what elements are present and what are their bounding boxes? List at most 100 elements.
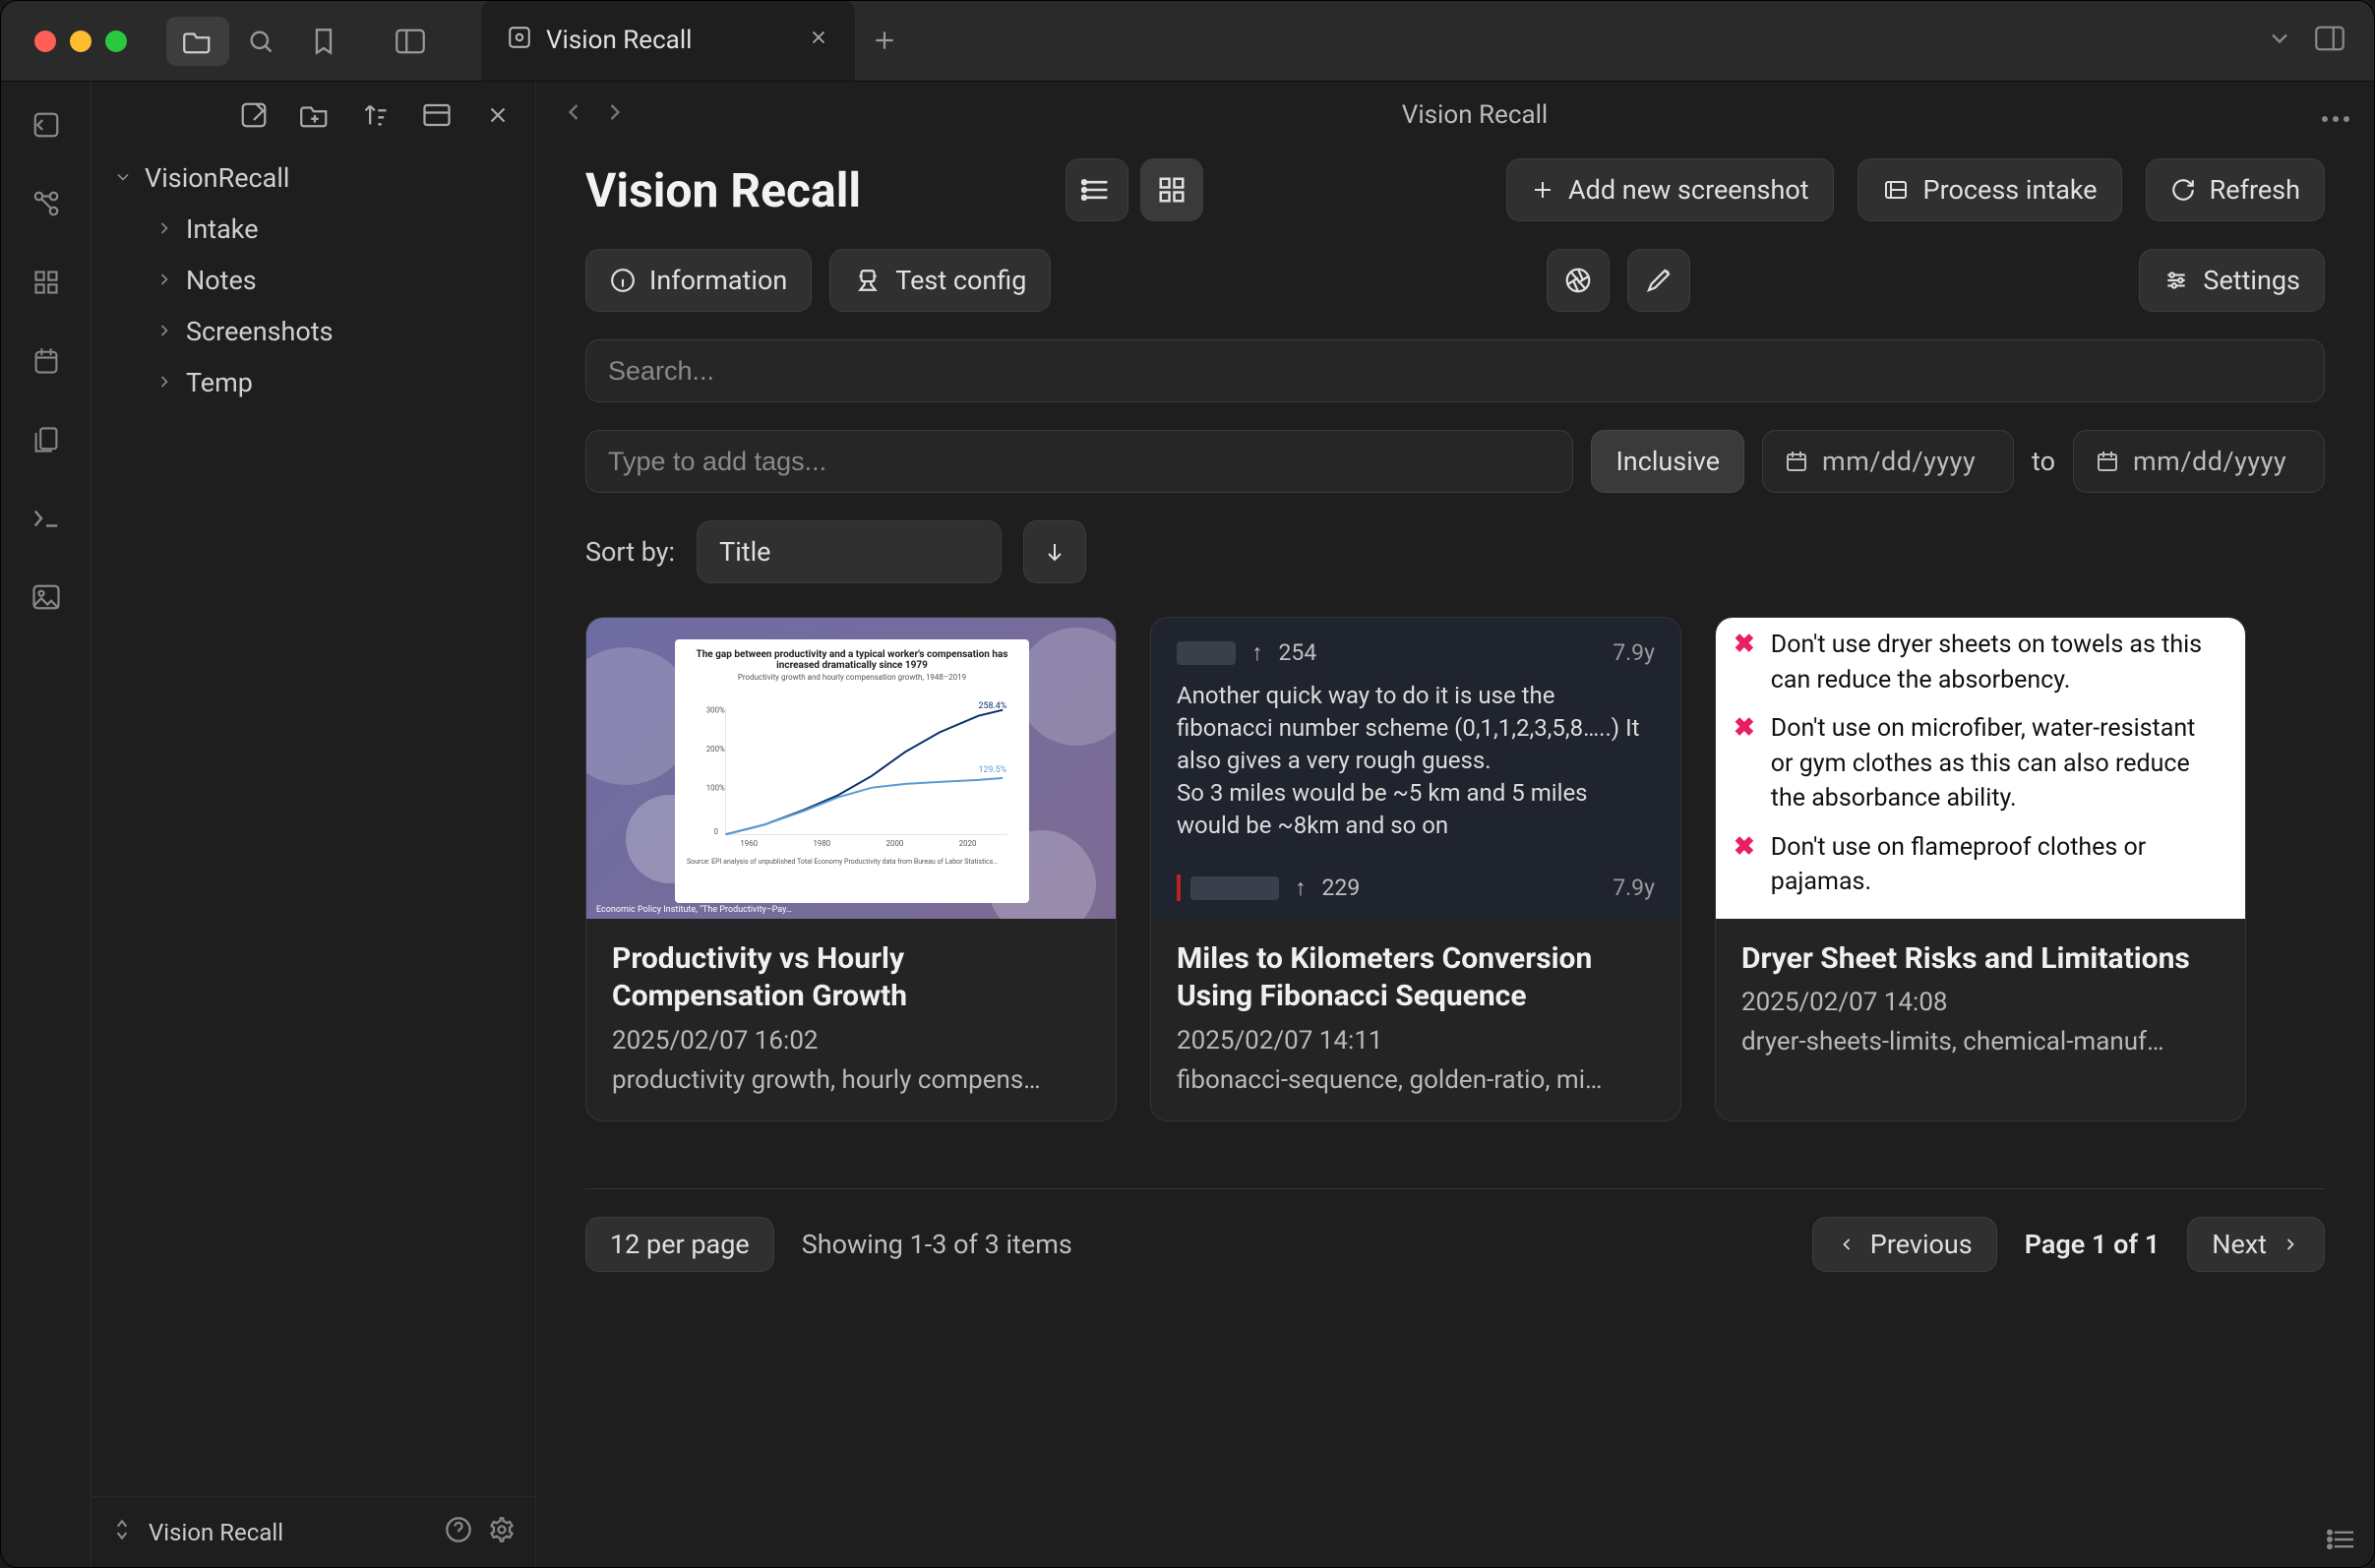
footer-title: Vision Recall <box>149 1519 283 1546</box>
process-intake-button[interactable]: Process intake <box>1857 158 2122 221</box>
nav-forward-icon[interactable] <box>601 98 629 132</box>
search-input[interactable] <box>608 356 2302 387</box>
sort-icon[interactable] <box>354 93 397 137</box>
card-dryer-sheets[interactable]: ✖Don't use dryer sheets on towels as thi… <box>1715 617 2246 1121</box>
svg-text:2020: 2020 <box>959 839 977 848</box>
age-value: 7.9y <box>1613 874 1655 901</box>
next-page-button[interactable]: Next <box>2187 1217 2325 1272</box>
per-page-select[interactable]: 12 per page <box>585 1217 774 1272</box>
minimize-window[interactable] <box>70 30 91 52</box>
tree-item-intake[interactable]: Intake <box>99 204 527 255</box>
tree-root-label: VisionRecall <box>145 162 289 194</box>
tree-item-temp[interactable]: Temp <box>99 357 527 408</box>
new-folder-icon[interactable] <box>293 93 336 137</box>
add-screenshot-button[interactable]: Add new screenshot <box>1506 158 1834 221</box>
sort-select[interactable]: Title <box>697 520 1002 583</box>
sort-arrows-icon[interactable] <box>111 1517 133 1548</box>
settings-label: Settings <box>2203 265 2300 296</box>
card-thumb: ↑ 254 7.9y Another quick way to do it is… <box>1151 618 1680 919</box>
rail-collapse-icon[interactable] <box>21 99 72 151</box>
sidebar: VisionRecall Intake Notes Screenshots Te… <box>91 82 536 1567</box>
tree-item-label: Notes <box>186 265 257 296</box>
view-grid-button[interactable] <box>1140 158 1203 221</box>
chevron-right-icon <box>154 367 176 398</box>
tree-item-screenshots[interactable]: Screenshots <box>99 306 527 357</box>
chevron-right-icon <box>154 213 176 245</box>
nav-back-icon[interactable] <box>560 98 587 132</box>
showing-label: Showing 1-3 of 3 items <box>802 1229 1072 1260</box>
collapse-all-icon[interactable] <box>476 93 519 137</box>
svg-text:2000: 2000 <box>886 839 904 848</box>
rail-terminal-icon[interactable] <box>21 493 72 544</box>
help-icon[interactable] <box>445 1516 472 1549</box>
up-arrow-icon: ↑ <box>1251 639 1263 666</box>
chevron-down-icon <box>113 162 135 194</box>
search-input-wrapper[interactable] <box>585 339 2325 402</box>
card-title: Miles to Kilometers Conversion Using Fib… <box>1177 940 1655 1016</box>
folder-icon[interactable] <box>166 17 229 66</box>
date-to-placeholder: mm/dd/yyyy <box>2133 446 2286 477</box>
date-from-input[interactable]: mm/dd/yyyy <box>1762 430 2014 493</box>
date-to-input[interactable]: mm/dd/yyyy <box>2073 430 2325 493</box>
search-icon[interactable] <box>229 17 292 66</box>
more-icon[interactable] <box>2321 101 2350 129</box>
pagination: 12 per page Showing 1-3 of 3 items Previ… <box>585 1188 2325 1272</box>
rail-grid-icon[interactable] <box>21 257 72 308</box>
card-tags: productivity growth, hourly compens… <box>612 1065 1090 1095</box>
test-config-button[interactable]: Test config <box>829 249 1051 312</box>
chevron-down-icon[interactable] <box>2266 25 2293 58</box>
tag-mode-toggle[interactable]: Inclusive <box>1591 430 1744 493</box>
prev-label: Previous <box>1870 1229 1973 1260</box>
panel-right-icon[interactable] <box>2315 26 2345 57</box>
view-list-button[interactable] <box>1066 158 1128 221</box>
rail-image-icon[interactable] <box>21 572 72 623</box>
chart-subtitle: Productivity growth and hourly compensat… <box>687 673 1017 682</box>
tab-active[interactable]: Vision Recall <box>481 0 855 81</box>
tab-title: Vision Recall <box>546 26 692 55</box>
process-intake-label: Process intake <box>1923 174 2098 206</box>
edit-tools-icon[interactable] <box>1627 249 1690 312</box>
svg-text:100%: 100% <box>706 784 725 793</box>
date-from-placeholder: mm/dd/yyyy <box>1822 446 1976 477</box>
titlebar: Vision Recall <box>1 1 2374 82</box>
expand-icon[interactable] <box>415 93 458 137</box>
card-fibonacci[interactable]: ↑ 254 7.9y Another quick way to do it is… <box>1150 617 1681 1121</box>
note-text: Don't use on microfiber, water-resistant… <box>1771 711 2218 816</box>
tab-puzzle-icon <box>507 25 532 57</box>
tab-close-icon[interactable] <box>808 26 829 55</box>
add-screenshot-label: Add new screenshot <box>1568 174 1809 206</box>
new-tab-button[interactable] <box>855 0 914 81</box>
prev-page-button[interactable]: Previous <box>1812 1217 1997 1272</box>
activity-rail <box>1 82 91 1567</box>
settings-gear-icon[interactable] <box>488 1516 516 1549</box>
rail-copy-icon[interactable] <box>21 414 72 465</box>
list-toggle-icon[interactable] <box>2327 1528 2356 1557</box>
breadcrumb-title: Vision Recall <box>646 100 2303 130</box>
sort-direction-button[interactable] <box>1023 520 1086 583</box>
new-note-icon[interactable] <box>232 93 275 137</box>
card-title: Dryer Sheet Risks and Limitations <box>1741 940 2220 978</box>
rail-graph-icon[interactable] <box>21 178 72 229</box>
card-thumb: ✖Don't use dryer sheets on towels as thi… <box>1716 618 2245 919</box>
card-productivity[interactable]: The gap between productivity and a typic… <box>585 617 1117 1121</box>
tree-item-notes[interactable]: Notes <box>99 255 527 306</box>
test-config-label: Test config <box>895 265 1026 296</box>
tag-input[interactable] <box>608 447 1551 477</box>
refresh-button[interactable]: Refresh <box>2146 158 2325 221</box>
svg-text:1960: 1960 <box>740 839 758 848</box>
close-window[interactable] <box>34 30 56 52</box>
date-to-label: to <box>2032 446 2055 477</box>
bookmark-icon[interactable] <box>292 17 355 66</box>
sidebar-toggle-icon[interactable] <box>379 17 442 66</box>
settings-button[interactable]: Settings <box>2139 249 2325 312</box>
age-value: 7.9y <box>1613 639 1655 666</box>
aperture-icon[interactable] <box>1547 249 1610 312</box>
snippet-text: Another quick way to do it is use the fi… <box>1177 680 1655 843</box>
maximize-window[interactable] <box>105 30 127 52</box>
tree-root[interactable]: VisionRecall <box>99 152 527 204</box>
score-value: 229 <box>1322 874 1361 901</box>
tag-input-wrapper[interactable] <box>585 430 1573 493</box>
rail-calendar-icon[interactable] <box>21 335 72 387</box>
tag-mode-label: Inclusive <box>1615 446 1720 477</box>
information-button[interactable]: Information <box>585 249 812 312</box>
